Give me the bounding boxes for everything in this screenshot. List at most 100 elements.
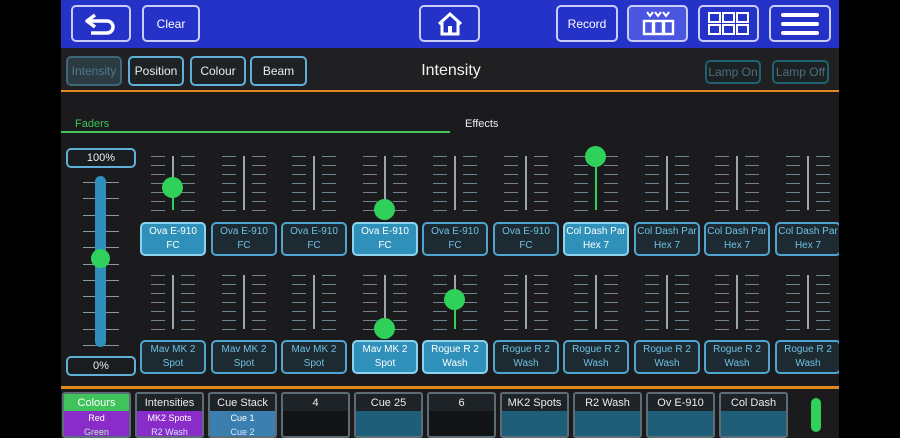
menu-button[interactable] <box>769 5 831 42</box>
fixture-select-button[interactable]: Mav MK 2 Spot <box>140 340 206 374</box>
fader-tick <box>745 320 759 321</box>
fader-tick <box>604 275 618 276</box>
playback-button[interactable]: R2 Wash <box>573 392 642 438</box>
fader-tick <box>504 156 518 157</box>
fader-tick <box>252 329 266 330</box>
channel-fader[interactable]: Mav MK 2 Spot <box>281 275 347 376</box>
playback-body <box>648 411 713 436</box>
playback-line: MK2 Spots <box>147 413 192 423</box>
playback-button[interactable]: 4 <box>281 392 350 438</box>
channel-fader[interactable]: Ova E-910 FC <box>422 156 488 258</box>
fader-handle[interactable] <box>162 177 183 199</box>
lamp-on-button[interactable]: Lamp On <box>705 60 761 84</box>
fixture-select-button[interactable]: Ova E-910 FC <box>140 222 206 256</box>
tab-colour[interactable]: Colour <box>190 56 246 86</box>
fader-handle[interactable] <box>585 146 606 167</box>
fader-tick <box>151 156 165 157</box>
fixture-select-button[interactable]: Rogue R 2 Wash <box>422 340 488 374</box>
grid-button[interactable] <box>698 5 759 42</box>
channel-fader[interactable]: Col Dash Par Hex 7 <box>563 146 629 258</box>
fader-tick <box>675 329 689 330</box>
channel-fader[interactable]: Ova E-910 FC <box>281 156 347 258</box>
fader-tick <box>252 284 266 285</box>
fader-tick <box>604 174 618 175</box>
fixture-select-button[interactable]: Rogue R 2 Wash <box>775 340 839 374</box>
fader-tick <box>786 210 800 211</box>
channel-fader[interactable]: Mav MK 2 Spot <box>211 275 277 376</box>
fixture-select-button[interactable]: Ova E-910 FC <box>493 222 559 256</box>
fixture-select-button[interactable]: Col Dash Par Hex 7 <box>704 222 770 256</box>
playback-button[interactable]: MK2 Spots <box>500 392 569 438</box>
fixture-name: Rogue R 2 <box>643 344 691 355</box>
playback-button[interactable]: 6 <box>427 392 496 438</box>
channel-fader[interactable]: Rogue R 2 Wash <box>704 275 770 376</box>
tab-label: Colour <box>200 64 236 78</box>
channel-fader[interactable]: Mav MK 2 Spot <box>140 275 206 376</box>
playback-button[interactable]: Col Dash <box>719 392 788 438</box>
home-button[interactable] <box>419 5 480 42</box>
master-fader-handle[interactable] <box>91 249 110 269</box>
channel-fader[interactable]: Rogue R 2 Wash <box>634 275 700 376</box>
fader-tick <box>181 156 195 157</box>
channel-fader[interactable]: Rogue R 2 Wash <box>775 275 839 376</box>
fader-tick <box>433 329 447 330</box>
fixture-select-button[interactable]: Ova E-910 FC <box>281 222 347 256</box>
fixture-select-button[interactable]: Rogue R 2 Wash <box>704 340 770 374</box>
fixture-select-button[interactable]: Rogue R 2 Wash <box>563 340 629 374</box>
tab-beam[interactable]: Beam <box>250 56 307 86</box>
fader-handle[interactable] <box>374 317 395 339</box>
channel-fader[interactable]: Col Dash Par Hex 7 <box>704 156 770 258</box>
fader-rail <box>807 156 809 210</box>
fixture-select-button[interactable]: Mav MK 2 Spot <box>211 340 277 374</box>
playback-button[interactable]: Cue 25 <box>354 392 423 438</box>
back-button[interactable] <box>71 5 131 42</box>
fixture-select-button[interactable]: Rogue R 2 Wash <box>493 340 559 374</box>
playback-line <box>648 425 713 436</box>
clear-button[interactable]: Clear <box>142 5 200 42</box>
grid-view-button[interactable] <box>627 5 688 42</box>
fader-tick <box>292 210 306 211</box>
channel-fader[interactable]: Ova E-910 FC <box>140 156 206 258</box>
channel-fader[interactable]: Rogue R 2 Wash <box>422 275 488 376</box>
fixture-select-button[interactable]: Ova E-910 FC <box>211 222 277 256</box>
fader-tick <box>604 210 618 211</box>
fader-tick <box>715 329 729 330</box>
fixture-select-button[interactable]: Col Dash Par Hex 7 <box>775 222 839 256</box>
channel-fader[interactable]: Ova E-910 FC <box>211 156 277 258</box>
tab-position[interactable]: Position <box>128 56 184 86</box>
playback-line <box>283 411 348 425</box>
fader-handle[interactable] <box>374 198 395 220</box>
fixture-select-button[interactable]: Col Dash Par Hex 7 <box>563 222 629 256</box>
tab-intensity[interactable]: Intensity <box>66 56 122 86</box>
record-button[interactable]: Record <box>556 5 618 42</box>
tab-effects[interactable]: Effects <box>465 118 498 130</box>
fader-tick <box>252 174 266 175</box>
playback-line <box>429 425 494 436</box>
fixture-select-button[interactable]: Mav MK 2 Spot <box>281 340 347 374</box>
fixture-select-button[interactable]: Col Dash Par Hex 7 <box>634 222 700 256</box>
channel-fader[interactable]: Col Dash Par Hex 7 <box>634 156 700 258</box>
tab-faders[interactable]: Faders <box>75 118 109 130</box>
playback-button[interactable]: Ov E-910 <box>646 392 715 438</box>
fader-tick <box>322 210 336 211</box>
channel-fader[interactable]: Ova E-910 FC <box>493 156 559 258</box>
channel-fader[interactable]: Mav MK 2 Spot <box>352 275 418 376</box>
channel-fader[interactable]: Ova E-910 FC <box>352 156 418 258</box>
playback-button[interactable]: Colours Red Green <box>62 392 131 438</box>
playback-button[interactable]: Cue Stack Cue 1 Cue 2 <box>208 392 277 438</box>
fixture-select-button[interactable]: Mav MK 2 Spot <box>352 340 418 374</box>
channel-fader[interactable]: Rogue R 2 Wash <box>563 275 629 376</box>
fader-handle[interactable] <box>444 289 465 311</box>
fixture-select-button[interactable]: Rogue R 2 Wash <box>634 340 700 374</box>
channel-fader[interactable]: Col Dash Par Hex 7 <box>775 156 839 258</box>
fader-tick <box>363 201 377 202</box>
channel-fader[interactable]: Rogue R 2 Wash <box>493 275 559 376</box>
fixture-select-button[interactable]: Ova E-910 FC <box>352 222 418 256</box>
lamp-off-button[interactable]: Lamp Off <box>772 60 829 84</box>
fixture-name: Ova E-910 FC <box>220 226 268 251</box>
playback-scroll-handle[interactable] <box>811 398 821 432</box>
fixture-select-button[interactable]: Ova E-910 FC <box>422 222 488 256</box>
playback-button[interactable]: Intensities MK2 Spots R2 Wash <box>135 392 204 438</box>
fader-tick <box>645 156 659 157</box>
fader-tick <box>181 329 195 330</box>
